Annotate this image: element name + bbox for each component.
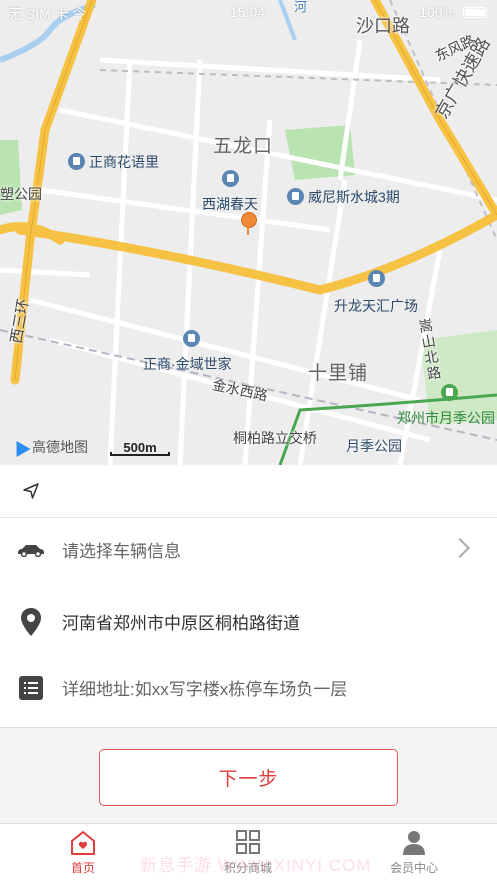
tab-member-center[interactable]: 会员中心 xyxy=(354,830,474,876)
poi-marker-icon xyxy=(368,270,385,287)
map-label-yueji-park: 月季公园 xyxy=(346,438,402,454)
list-icon xyxy=(16,673,46,703)
locate-row[interactable] xyxy=(0,465,497,518)
action-area: 下一步 xyxy=(0,727,497,824)
address-row[interactable]: 河南省郑州市中原区桐柏路街道 xyxy=(0,589,497,654)
map-scale: 500m xyxy=(110,440,170,456)
map-label-tongbai-bridge: 桐柏路立交桥 xyxy=(233,430,317,446)
detail-address-input[interactable]: 详细地址:如xx写字楼x栋停车场负一层 xyxy=(62,675,347,700)
vehicle-select-row[interactable]: 请选择车辆信息 xyxy=(0,517,497,582)
chevron-right-icon xyxy=(450,538,470,558)
home-icon xyxy=(69,830,97,856)
poi-marker-icon xyxy=(287,188,304,205)
map-provider-logo: 高德地图 xyxy=(9,436,88,458)
status-bar: 无 SIM 卡 令 15:04 100% xyxy=(0,0,497,26)
map-view[interactable]: 无 SIM 卡 令 15:04 100% 沙口路 东风路 河 京广快速路 五龙口… xyxy=(0,0,497,465)
map-label-wulongkou: 五龙口 xyxy=(213,136,274,157)
battery-icon xyxy=(463,7,487,18)
watermark: 新息手游 WWW.XINYI.COM xyxy=(140,856,372,875)
map-label-shilipu: 十里铺 xyxy=(308,363,369,384)
carrier-label: 无 SIM 卡 令 xyxy=(8,6,87,22)
detail-address-row[interactable]: 详细地址:如xx写字楼x栋停车场负一层 xyxy=(0,655,497,720)
map-poi-zhengzhou-yueji: 郑州市月季公园 xyxy=(397,384,495,428)
user-icon xyxy=(400,830,428,856)
map-poi-zhengshang-jinyu: 正商·金域世家 xyxy=(143,330,232,374)
poi-marker-icon xyxy=(68,153,85,170)
map-poi-weinisi: 威尼斯水城3期 xyxy=(287,187,400,207)
location-pin-icon[interactable] xyxy=(241,212,257,228)
poi-marker-icon xyxy=(222,170,239,187)
poi-marker-icon xyxy=(183,330,200,347)
map-poi-shenglong: 升龙天汇广场 xyxy=(334,270,418,316)
location-pin-stem xyxy=(247,226,249,235)
amap-logo-icon xyxy=(9,436,31,458)
car-icon xyxy=(16,535,46,565)
map-poi-zhengshang-huayuli: 正商花语里 xyxy=(68,152,159,172)
battery-percent: 100% xyxy=(419,4,455,20)
tab-member-center-label: 会员中心 xyxy=(389,861,438,875)
park-marker-icon xyxy=(441,384,458,401)
next-step-button[interactable]: 下一步 xyxy=(99,749,398,806)
address-form: 请选择车辆信息 河南省郑州市中原区桐柏路街道 详细地址:如xx写字楼x栋停车场负… xyxy=(0,465,497,727)
map-poi-xihu-chuntian: 西湖春天 xyxy=(202,170,258,214)
location-marker-icon xyxy=(16,607,46,637)
navigation-arrow-icon[interactable] xyxy=(16,476,46,506)
tab-home[interactable]: 首页 xyxy=(23,830,143,876)
clock: 15:04 xyxy=(230,4,266,20)
vehicle-select-placeholder: 请选择车辆信息 xyxy=(62,542,181,561)
tab-home-label: 首页 xyxy=(70,861,95,875)
map-label-park-partial: 塑公园 xyxy=(0,186,42,202)
address-value: 河南省郑州市中原区桐柏路街道 xyxy=(62,614,300,633)
scale-bar xyxy=(110,452,170,456)
